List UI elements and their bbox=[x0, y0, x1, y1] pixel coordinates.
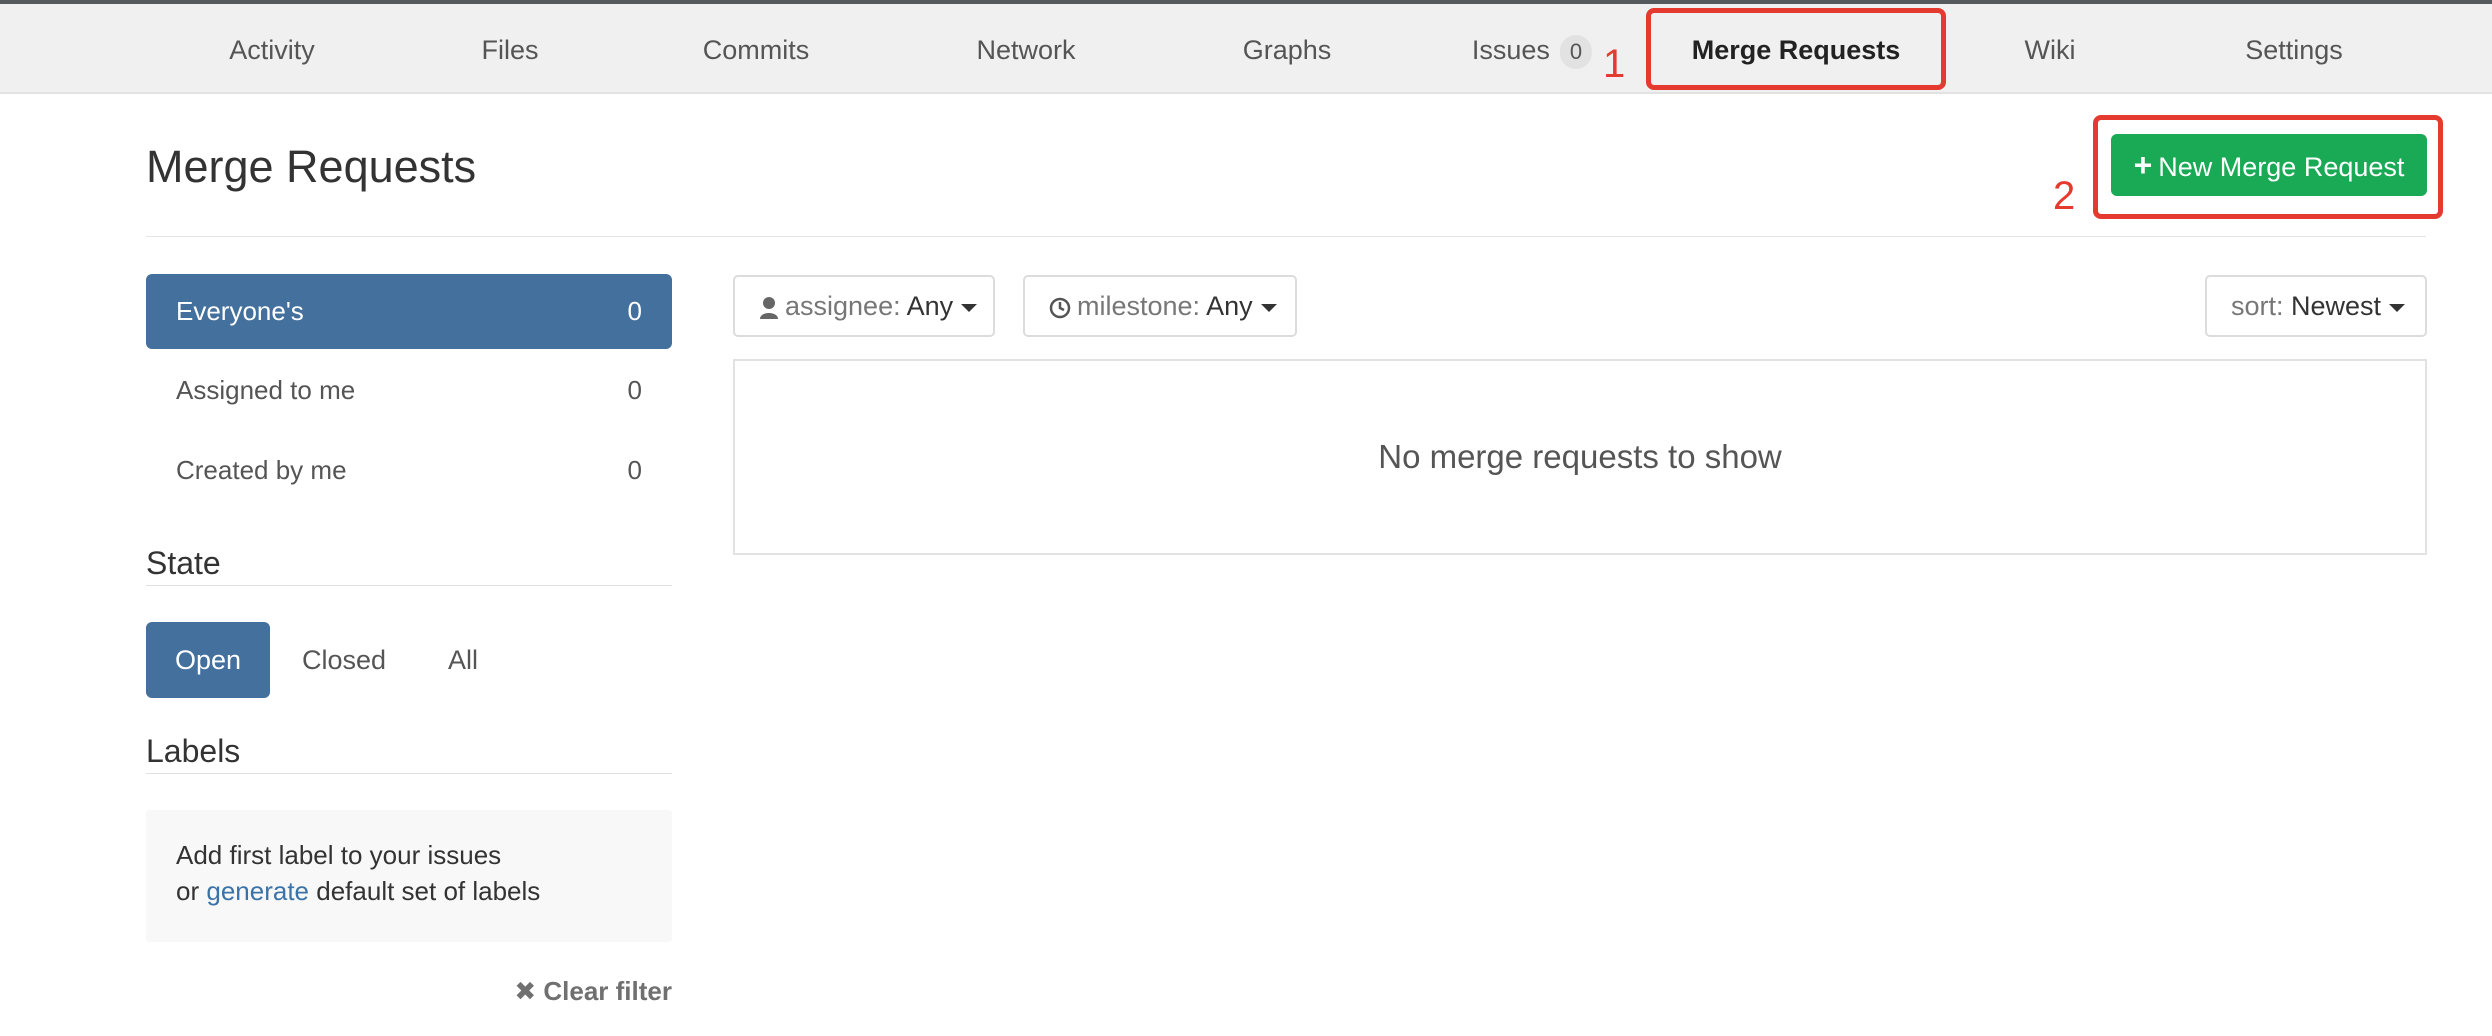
issues-count-badge: 0 bbox=[1559, 34, 1593, 69]
empty-state-message: No merge requests to show bbox=[1378, 438, 1782, 475]
state-open-button[interactable]: Open bbox=[146, 622, 270, 698]
tab-network[interactable]: Network bbox=[976, 4, 1075, 92]
caret-down-icon bbox=[1260, 303, 1277, 312]
clear-filter-label: Clear filter bbox=[543, 976, 672, 1006]
milestone-dropdown[interactable]: milestone: Any bbox=[1023, 275, 1297, 337]
clock-icon bbox=[1049, 297, 1071, 319]
annotation-number-2: 2 bbox=[2053, 174, 2076, 218]
tab-issues[interactable]: Issues 0 bbox=[1471, 4, 1593, 92]
caret-down-icon bbox=[961, 303, 978, 312]
labels-or-text: or bbox=[176, 876, 200, 906]
labels-hint-line2: or generate default set of labels bbox=[176, 873, 642, 909]
scope-label: Assigned to me bbox=[176, 375, 356, 405]
generate-labels-link[interactable]: generate bbox=[206, 876, 309, 906]
state-heading: State bbox=[146, 545, 221, 581]
page-title: Merge Requests bbox=[146, 141, 477, 192]
sort-dropdown[interactable]: sort: Newest bbox=[2205, 275, 2427, 337]
scope-count: 0 bbox=[627, 296, 642, 326]
sort-label: sort: bbox=[2231, 291, 2284, 321]
scope-count: 0 bbox=[627, 375, 642, 405]
scope-label: Everyone's bbox=[176, 296, 304, 326]
milestone-label: milestone: bbox=[1077, 291, 1201, 321]
state-divider bbox=[146, 585, 672, 586]
new-merge-request-button[interactable]: + New Merge Request bbox=[2111, 134, 2427, 196]
tab-issues-label: Issues bbox=[1471, 35, 1550, 65]
new-merge-request-label: New Merge Request bbox=[2158, 152, 2405, 182]
clear-filter-link[interactable]: ✖ Clear filter bbox=[514, 974, 672, 1008]
annotation-box-1 bbox=[1646, 8, 1946, 90]
assignee-value: Any bbox=[906, 291, 954, 321]
user-icon bbox=[760, 296, 778, 319]
labels-rest-text: default set of labels bbox=[316, 876, 541, 906]
caret-down-icon bbox=[2389, 303, 2406, 312]
labels-empty-box: Add first label to your issues or genera… bbox=[146, 810, 672, 942]
labels-heading: Labels bbox=[146, 733, 241, 769]
merge-requests-list: No merge requests to show bbox=[733, 359, 2427, 555]
scope-assigned-to-me[interactable]: Assigned to me 0 bbox=[146, 353, 672, 428]
annotation-number-1: 1 bbox=[1603, 42, 1626, 86]
close-icon: ✖ bbox=[514, 976, 537, 1006]
assignee-label: assignee: bbox=[785, 291, 901, 321]
tab-settings[interactable]: Settings bbox=[2245, 4, 2343, 92]
labels-hint-line1: Add first label to your issues bbox=[176, 840, 502, 870]
labels-divider bbox=[146, 773, 672, 774]
scope-label: Created by me bbox=[176, 455, 347, 485]
tab-commits[interactable]: Commits bbox=[703, 4, 810, 92]
assignee-dropdown[interactable]: assignee: Any bbox=[733, 275, 995, 337]
tab-files[interactable]: Files bbox=[481, 4, 538, 92]
tab-activity[interactable]: Activity bbox=[229, 4, 315, 92]
tab-graphs[interactable]: Graphs bbox=[1243, 4, 1332, 92]
scope-everyones[interactable]: Everyone's 0 bbox=[146, 274, 672, 349]
state-closed-button[interactable]: Closed bbox=[290, 622, 398, 698]
tab-wiki[interactable]: Wiki bbox=[2025, 4, 2076, 92]
plus-icon: + bbox=[2133, 147, 2153, 183]
scope-created-by-me[interactable]: Created by me 0 bbox=[146, 433, 672, 508]
scope-count: 0 bbox=[627, 455, 642, 485]
milestone-value: Any bbox=[1206, 291, 1253, 321]
state-all-button[interactable]: All bbox=[430, 622, 496, 698]
header-divider bbox=[146, 236, 2426, 237]
sort-value: Newest bbox=[2291, 291, 2382, 321]
